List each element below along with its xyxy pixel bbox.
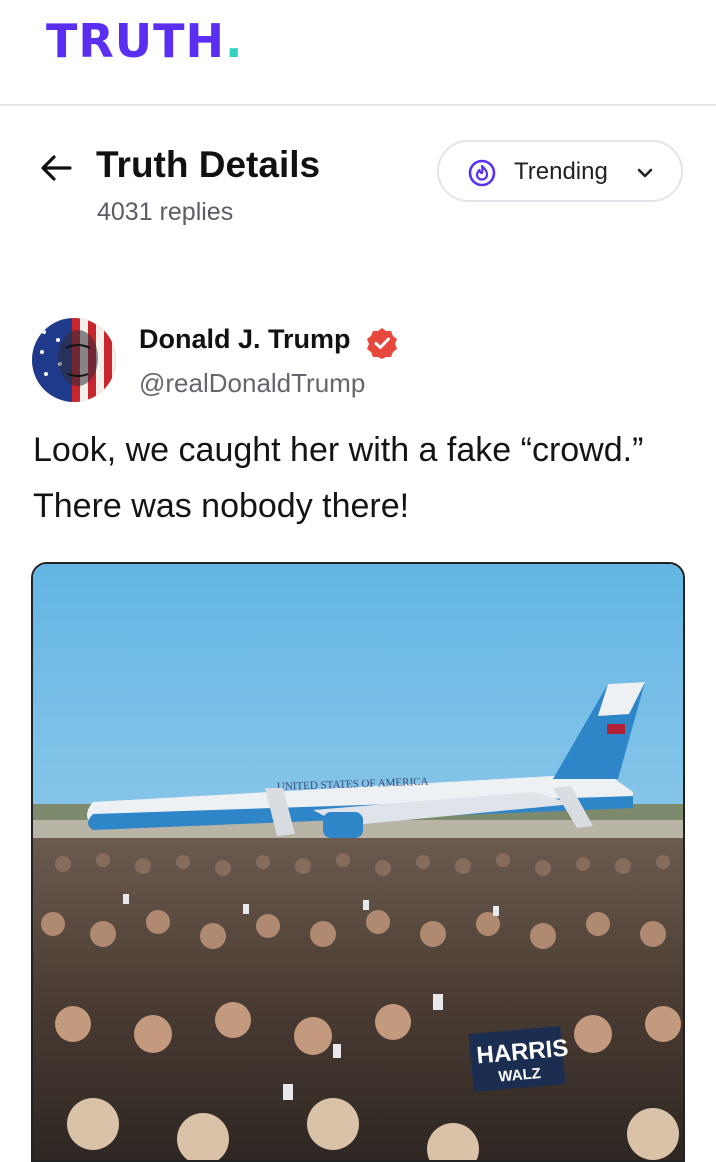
arrow-left-icon	[41, 155, 72, 181]
page-title: Truth Details	[96, 144, 321, 185]
back-button[interactable]	[36, 148, 76, 188]
author-handle: @realDonaldTrump	[139, 368, 366, 398]
page-header: Truth Details 4031 replies Trending	[0, 140, 716, 240]
top-bar: TRUTH.	[0, 0, 716, 106]
chevron-down-icon	[637, 168, 653, 178]
rally-photo: UNITED STATES OF AMERICA HARRIS WALZ	[33, 564, 683, 1160]
logo-text: TRUTH	[46, 14, 226, 68]
sort-dropdown[interactable]: Trending	[437, 140, 683, 202]
post-text: Look, we caught her with a fake “crowd.”…	[33, 431, 644, 525]
logo-dot: .	[225, 14, 244, 68]
verified-badge-icon	[367, 328, 397, 359]
flame-icon	[468, 159, 496, 187]
truth-logo[interactable]: TRUTH.	[46, 14, 244, 68]
reply-count: 4031 replies	[97, 198, 234, 226]
author-name: Donald J. Trump	[139, 324, 351, 354]
avatar[interactable]	[32, 318, 116, 402]
avatar-image	[32, 318, 116, 402]
sort-label: Trending	[514, 158, 608, 185]
post-image[interactable]: UNITED STATES OF AMERICA HARRIS WALZ	[31, 562, 685, 1162]
